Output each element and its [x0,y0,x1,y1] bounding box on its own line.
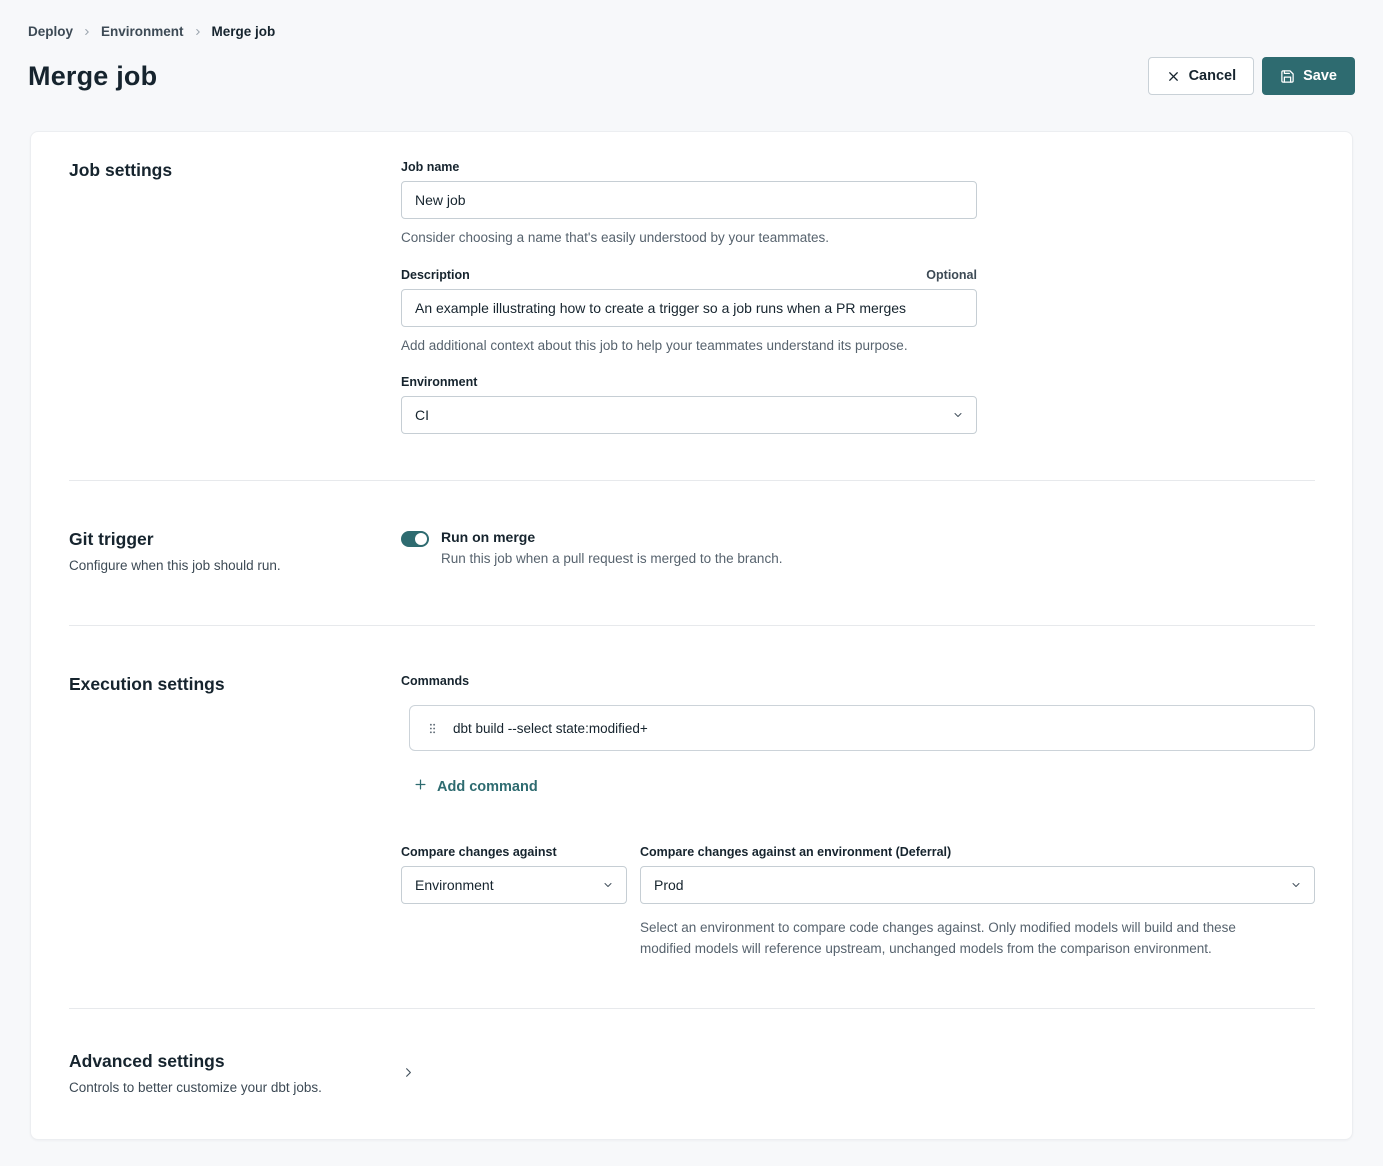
title-row: Merge job Cancel Save [28,57,1355,95]
job-name-helper: Consider choosing a name that's easily u… [401,228,977,248]
chevron-right-icon [82,27,92,37]
add-command-button[interactable]: Add command [413,777,538,796]
job-name-field-group: Job name Consider choosing a name that's… [401,160,977,248]
toggle-knob [415,533,427,545]
compare-against-select-value: Environment [415,877,494,893]
breadcrumb-deploy[interactable]: Deploy [28,24,73,39]
section-execution-settings: Execution settings Commands dbt build --… [31,626,1352,1008]
chevron-down-icon [952,409,964,421]
plus-icon [413,777,428,796]
environment-field-group: Environment CI [401,375,977,434]
description-input[interactable] [401,289,977,327]
deferral-helper: Select an environment to compare code ch… [640,918,1288,960]
job-settings-heading: Job settings [69,160,401,181]
section-job-settings: Job settings Job name Consider choosing … [31,132,1352,480]
cancel-button[interactable]: Cancel [1148,57,1255,95]
close-icon [1166,69,1181,84]
page-title: Merge job [28,61,157,92]
add-command-label: Add command [437,779,538,795]
deferral-select-value: Prod [654,877,684,893]
advanced-settings-subheading: Controls to better customize your dbt jo… [69,1080,401,1095]
job-name-label: Job name [401,160,459,174]
page-header: Deploy Environment Merge job Merge job C… [28,24,1355,95]
execution-settings-heading: Execution settings [69,674,401,695]
advanced-settings-body [401,1065,1315,1080]
drag-handle-icon[interactable] [424,720,441,737]
git-trigger-header: Git trigger Configure when this job shou… [69,529,401,573]
chevron-right-icon [193,27,203,37]
command-text: dbt build --select state:modified+ [453,721,648,736]
advanced-settings-heading: Advanced settings [69,1051,401,1072]
run-on-merge-row: Run on merge Run this job when a pull re… [401,529,1315,566]
run-on-merge-toggle[interactable] [401,531,429,547]
compare-against-field-group: Compare changes against Environment [401,845,627,960]
run-on-merge-helper: Run this job when a pull request is merg… [441,551,782,566]
chevron-down-icon [1290,879,1302,891]
job-name-input[interactable] [401,181,977,219]
environment-select[interactable]: CI [401,396,977,434]
description-label: Description [401,268,470,282]
job-settings-header: Job settings [69,160,401,434]
execution-settings-header: Execution settings [69,674,401,960]
header-actions: Cancel Save [1148,57,1355,95]
section-git-trigger: Git trigger Configure when this job shou… [31,481,1352,625]
compare-against-label: Compare changes against [401,845,627,859]
advanced-settings-header: Advanced settings Controls to better cus… [69,1051,401,1095]
merge-job-page: Deploy Environment Merge job Merge job C… [0,0,1383,1166]
section-advanced-settings[interactable]: Advanced settings Controls to better cus… [31,1009,1352,1139]
settings-card: Job settings Job name Consider choosing … [30,131,1353,1140]
save-button[interactable]: Save [1262,57,1355,95]
chevron-down-icon [602,879,614,891]
run-on-merge-label: Run on merge [441,529,782,545]
compare-against-select[interactable]: Environment [401,866,627,904]
deferral-select[interactable]: Prod [640,866,1315,904]
commands-label: Commands [401,674,1315,688]
git-trigger-subheading: Configure when this job should run. [69,558,401,573]
execution-settings-body: Commands dbt build --select state:modifi… [401,674,1315,960]
deferral-label: Compare changes against an environment (… [640,845,1315,859]
job-settings-body: Job name Consider choosing a name that's… [401,160,1315,434]
description-field-group: Description Optional Add additional cont… [401,268,977,356]
save-icon [1280,69,1295,84]
breadcrumb: Deploy Environment Merge job [28,24,1355,39]
cancel-button-label: Cancel [1189,68,1237,84]
git-trigger-heading: Git trigger [69,529,401,550]
breadcrumb-merge-job: Merge job [212,24,276,39]
deferral-field-group: Compare changes against an environment (… [640,845,1315,960]
breadcrumb-environment[interactable]: Environment [101,24,184,39]
save-button-label: Save [1303,68,1337,84]
command-row[interactable]: dbt build --select state:modified+ [409,705,1315,751]
description-optional-badge: Optional [926,268,977,282]
run-on-merge-text: Run on merge Run this job when a pull re… [441,529,782,566]
git-trigger-body: Run on merge Run this job when a pull re… [401,529,1315,573]
description-helper: Add additional context about this job to… [401,336,977,356]
compare-grid: Compare changes against Environment Comp… [401,845,1315,960]
environment-select-value: CI [415,407,429,423]
chevron-right-icon[interactable] [401,1065,1315,1080]
environment-label: Environment [401,375,477,389]
